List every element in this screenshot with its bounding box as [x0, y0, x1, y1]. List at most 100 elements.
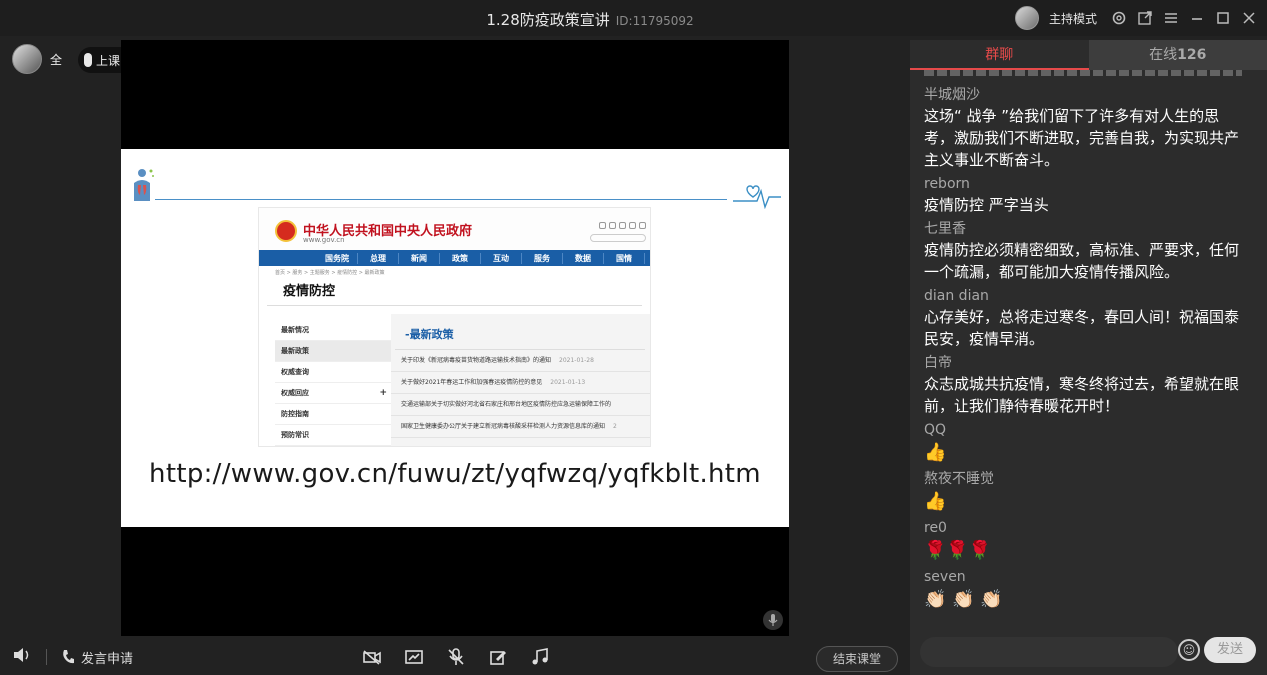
- policy-date: 2021-01-28: [559, 357, 594, 364]
- website-screenshot: 中华人民共和国中央人民政府 www.gov.cn 国务院 总理 新闻 政策 互动…: [258, 207, 651, 447]
- shared-screen: 中华人民共和国中央人民政府 www.gov.cn 国务院 总理 新闻 政策 互动…: [121, 40, 789, 636]
- video-mic-icon[interactable]: [763, 610, 783, 630]
- hamburger-icon[interactable]: [1163, 10, 1179, 26]
- tab-online[interactable]: 在线126: [1088, 40, 1267, 70]
- window-title: 1.28防疫政策宣讲 ID:11795092: [0, 9, 1180, 30]
- teacher-avatar[interactable]: [12, 44, 42, 74]
- policy-list: -最新政策 关于印发《新冠病毒疫苗货物道路运输技术指南》的通知 2021-01-2…: [391, 314, 650, 446]
- speak-request-label: 发言申请: [81, 651, 134, 667]
- sender-name: seven: [924, 569, 966, 585]
- side-menu-item: 预防常识: [275, 425, 391, 446]
- site-header: 中华人民共和国中央人民政府 www.gov.cn: [259, 208, 650, 250]
- nav-item: 互动: [481, 252, 522, 264]
- chat-message: 熬夜不睡觉 👍: [924, 469, 1242, 515]
- sender-name: 半城烟沙: [924, 87, 980, 103]
- policy-row: 交通运输部关于切实做好河北省石家庄和邢台地区疫情防控应急运输保障工作的: [391, 394, 650, 416]
- policy-text: 交通运输部关于切实做好河北省石家庄和邢台地区疫情防控应急运输保障工作的: [401, 401, 612, 408]
- policy-list-title: -最新政策: [395, 320, 645, 350]
- toolbar-divider: [46, 649, 47, 665]
- message-text: 疫情防控必须精密细致，高标准、严要求，任何一个疏漏，都可能加大疫情传播风险。: [924, 241, 1240, 281]
- chat-messages: 半城烟沙 这场“ 战争 ”给我们留下了许多有对人生的思考，激励我们不断进取，完善…: [910, 70, 1256, 628]
- rose-emoji: 🌹🌹🌹: [924, 540, 992, 561]
- site-page-heading: 疫情防控: [267, 280, 642, 306]
- online-count: 126: [1177, 47, 1207, 63]
- class-title: 1.28防疫政策宣讲: [486, 11, 610, 29]
- chat-message: 白帝 众志成城共抗疫情，寒冬终将过去，希望就在眼前，让我们静待春暖花开时！: [924, 353, 1242, 417]
- national-emblem-icon: [275, 220, 297, 242]
- chat-message: seven 👏🏻 👏🏻 👏🏻: [924, 567, 1242, 613]
- sender-name: 白帝: [924, 355, 952, 371]
- policy-text: 关于印发《新冠病毒疫苗货物道路运输技术指南》的通知: [401, 357, 552, 364]
- maximize-icon[interactable]: [1215, 10, 1231, 26]
- sender-name: reborn: [924, 176, 970, 192]
- chat-message: QQ 👍: [924, 420, 1242, 466]
- whiteboard-edit-icon[interactable]: [488, 647, 508, 667]
- close-icon[interactable]: [1241, 10, 1257, 26]
- side-menu-item: 权威回应 +: [275, 383, 391, 404]
- camera-off-icon[interactable]: [362, 647, 382, 667]
- sender-name: 七里香: [924, 221, 966, 237]
- lungs-figure-icon: [134, 169, 154, 201]
- tab-online-label: 在线: [1149, 47, 1178, 63]
- chat-input[interactable]: [920, 637, 1178, 667]
- message-text: 这场“ 战争 ”给我们留下了许多有对人生的思考，激励我们不断进取，完善自我，为实…: [924, 107, 1240, 169]
- policy-text: 关于做好2021年春运工作和加强春运疫情防控的意见: [401, 379, 543, 386]
- site-navbar: 国务院 总理 新闻 政策 互动 服务 数据 国情: [259, 250, 650, 266]
- thumbs-up-emoji: 👍: [924, 491, 947, 512]
- mic-off-icon[interactable]: [446, 647, 466, 667]
- room-id: ID:11795092: [615, 14, 694, 28]
- title-bar: 1.28防疫政策宣讲 ID:11795092 主持模式: [0, 0, 1267, 36]
- site-breadcrumb: 首页 > 服务 > 主题服务 > 疫情防控 > 最新政策: [275, 270, 385, 276]
- nav-item: 新闻: [399, 252, 440, 264]
- message-text: 心存美好，总将走过寒冬，春回人间！祝福国泰民安，疫情早消。: [924, 308, 1240, 348]
- nav-item: 数据: [563, 252, 604, 264]
- chat-message: re0 🌹🌹🌹: [924, 518, 1242, 564]
- site-side-menu: 最新情况 最新政策 权威查询 权威回应 + 防控指南 预防常识: [275, 320, 391, 446]
- side-menu-item: 防控指南: [275, 404, 391, 425]
- presentation-slide: 中华人民共和国中央人民政府 www.gov.cn 国务院 总理 新闻 政策 互动…: [121, 149, 789, 527]
- mode-label[interactable]: 主持模式: [1049, 10, 1097, 27]
- speak-request-button[interactable]: 发言申请: [61, 648, 133, 667]
- side-menu-label: 权威回应: [281, 389, 309, 397]
- host-avatar[interactable]: [1014, 6, 1039, 30]
- chat-panel: 群聊 在线126 半城烟沙 这场“ 战争 ”给我们留下了许多有对人生的思考，激励…: [910, 40, 1267, 675]
- tab-group-chat[interactable]: 群聊: [910, 40, 1089, 70]
- thumbs-up-emoji: 👍: [924, 442, 947, 463]
- policy-date: 2021-01-13: [550, 379, 586, 386]
- media-controls: [362, 647, 550, 667]
- mic-status-icon: [84, 53, 92, 67]
- chat-input-row: ☺ 发送: [910, 635, 1267, 675]
- nav-item: 总理: [358, 252, 399, 264]
- phone-icon: [63, 650, 74, 664]
- nav-item: 国情: [604, 252, 645, 264]
- chat-message: dian dian 心存美好，总将走过寒冬，春回人间！祝福国泰民安，疫情早消。: [924, 286, 1242, 350]
- minimize-icon[interactable]: [1189, 10, 1205, 26]
- app-window: 1.28防疫政策宣讲 ID:11795092 主持模式 全 上课中 中华人民共和…: [0, 0, 1267, 675]
- bottom-left-controls: 发言申请: [12, 646, 133, 668]
- policy-row: 关于做好2021年春运工作和加强春运疫情防控的意见 2021-01-13: [391, 372, 650, 394]
- screen-share-icon[interactable]: [404, 647, 424, 667]
- chat-message: 七里香 疫情防控必须精密细致，高标准、严要求，任何一个疏漏，都可能加大疫情传播风…: [924, 219, 1242, 283]
- smiley-icon[interactable]: ☺: [1178, 639, 1200, 661]
- title-bar-controls: 主持模式: [1014, 5, 1257, 31]
- slide-url-text: http://www.gov.cn/fuwu/zt/yqfwzq/yqfkblt…: [149, 459, 761, 489]
- policy-date: 2: [613, 423, 617, 430]
- end-class-button[interactable]: 结束课堂: [816, 646, 898, 672]
- heartbeat-icon: [733, 185, 781, 209]
- chat-message: reborn 疫情防控 严字当头: [924, 174, 1242, 216]
- bottom-toolbar: 发言申请 结束课堂: [0, 638, 908, 675]
- gear-icon[interactable]: [1111, 10, 1127, 26]
- message-text: 疫情防控 严字当头: [924, 196, 1049, 214]
- slide-divider: [155, 199, 727, 200]
- send-button[interactable]: 发送: [1204, 637, 1256, 663]
- sender-name: 熬夜不睡觉: [924, 471, 994, 487]
- sender-name: QQ: [924, 422, 947, 438]
- all-label[interactable]: 全: [50, 51, 62, 68]
- chat-message: 半城烟沙 这场“ 战争 ”给我们留下了许多有对人生的思考，激励我们不断进取，完善…: [924, 85, 1242, 171]
- clipped-message: [924, 70, 1242, 82]
- speaker-icon[interactable]: [12, 646, 32, 668]
- music-icon[interactable]: [530, 647, 550, 667]
- external-window-icon[interactable]: [1137, 10, 1153, 26]
- site-social-icons: [599, 222, 646, 229]
- sender-name: dian dian: [924, 288, 989, 304]
